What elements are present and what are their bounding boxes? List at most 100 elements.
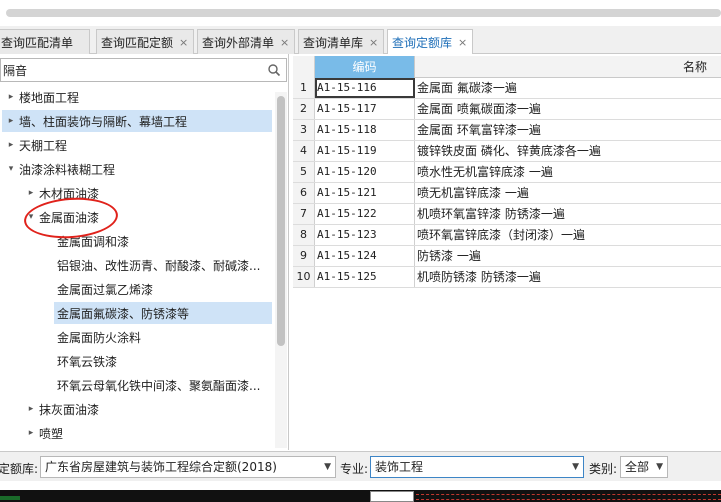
table-row[interactable]: 5 A1-15-120 喷水性无机富锌底漆 一遍 [293,162,721,183]
tab-query-list-library[interactable]: 查询清单库 × [298,29,384,54]
row-number: 6 [293,183,315,203]
code-cell[interactable]: A1-15-122 [315,204,415,224]
tree-vertical-scrollbar[interactable] [275,92,287,448]
row-number: 8 [293,225,315,245]
search-box [0,58,287,82]
code-cell[interactable]: A1-15-116 [315,78,415,98]
tab-query-match-list[interactable]: 查询匹配清单 [0,29,90,54]
table-row[interactable]: 2 A1-15-117 金属面 喷氟碳面漆一遍 [293,99,721,120]
library-select-value: 广东省房屋建筑与装饰工程综合定额(2018) [45,460,277,474]
chevron-down-icon[interactable]: ▼ [572,457,579,477]
table-row[interactable]: 10 A1-15-125 机喷防锈漆 防锈漆一遍 [293,267,721,288]
name-cell[interactable]: 喷无机富锌底漆 一遍 [415,183,721,203]
table-row[interactable]: 9 A1-15-124 防锈漆 一遍 [293,246,721,267]
tab-query-match-quota[interactable]: 查询匹配定额 × [96,29,194,54]
tree-node[interactable]: ▸ 楼地面工程 [6,86,79,108]
spec-select[interactable]: 装饰工程 ▼ [370,456,584,478]
expand-arrow-icon[interactable]: ▸ [26,404,36,414]
tree-node[interactable]: ▸ 喷塑 [26,422,63,444]
tree-node-label: 金属面防火涂料 [57,330,142,345]
name-cell[interactable]: 喷环氧富锌底漆（封闭漆）一遍 [415,225,721,245]
tab-label: 查询清单库 [303,35,364,50]
close-icon[interactable]: × [458,36,467,49]
code-cell[interactable]: A1-15-121 [315,183,415,203]
tree-node-label: 金属面过氯乙烯漆 [57,282,154,297]
column-header-code[interactable]: 编码 [315,56,415,78]
scrollbar-thumb[interactable] [277,96,285,346]
search-icon[interactable] [267,63,281,77]
table-row[interactable]: 1 A1-15-116 金属面 氟碳漆一遍 [293,78,721,99]
left-tree-panel: ▸ 楼地面工程 ▸ 墙、柱面装饰与隔断、幕墙工程 ▸ 天棚工程 ▾ 油漆涂料裱糊… [0,54,289,450]
tree-node[interactable]: 环氧云母氧化铁中间漆、聚氨酯面漆... [54,374,260,396]
name-cell[interactable]: 金属面 环氧富锌漆一遍 [415,120,721,140]
table-row[interactable]: 6 A1-15-121 喷无机富锌底漆 一遍 [293,183,721,204]
tab-query-external-list[interactable]: 查询外部清单 × [197,29,295,54]
table-row[interactable]: 3 A1-15-118 金属面 环氧富锌漆一遍 [293,120,721,141]
expand-arrow-icon[interactable]: ▸ [26,188,36,198]
quota-grid: 编码 名称 1 A1-15-116 金属面 氟碳漆一遍 2 A1-15-117 … [293,54,721,450]
row-number: 1 [293,78,315,98]
collapse-arrow-icon[interactable]: ▾ [6,164,16,174]
tree-node[interactable]: 金属面过氯乙烯漆 [54,278,153,300]
tree-node[interactable]: 金属面氟碳漆、防锈漆等 [54,302,272,324]
tab-label: 查询定额库 [392,36,453,50]
name-cell[interactable]: 金属面 喷氟碳面漆一遍 [415,99,721,119]
name-cell[interactable]: 喷水性无机富锌底漆 一遍 [415,162,721,182]
tab-bar: 查询匹配清单 查询匹配定额 × 查询外部清单 × 查询清单库 × 查询定额库 × [0,26,721,55]
tree-node[interactable]: ▸ 墙、柱面装饰与隔断、幕墙工程 [2,110,272,132]
code-cell[interactable]: A1-15-125 [315,267,415,287]
bottom-strip [0,482,721,502]
tree-node[interactable]: ▸ 天棚工程 [6,134,67,156]
chevron-down-icon[interactable]: ▼ [656,457,663,477]
table-row[interactable]: 8 A1-15-123 喷环氧富锌底漆（封闭漆）一遍 [293,225,721,246]
expand-arrow-icon[interactable]: ▸ [6,116,16,126]
row-number-header [293,56,315,78]
tab-label: 查询匹配定额 [101,35,174,50]
code-cell[interactable]: A1-15-123 [315,225,415,245]
top-horizontal-scrollbar[interactable] [6,9,721,17]
tree-node[interactable]: ▾ 油漆涂料裱糊工程 [6,158,115,180]
name-cell[interactable]: 机喷防锈漆 防锈漆一遍 [415,267,721,287]
spec-select-value: 装饰工程 [375,460,424,474]
tree-node-label: 环氧云母氧化铁中间漆、聚氨酯面漆... [57,378,261,393]
row-number: 7 [293,204,315,224]
category-select[interactable]: 全部 ▼ [620,456,668,478]
chevron-down-icon[interactable]: ▼ [324,457,331,477]
table-row[interactable]: 7 A1-15-122 机喷环氧富锌漆 防锈漆一遍 [293,204,721,225]
code-cell[interactable]: A1-15-124 [315,246,415,266]
code-cell[interactable]: A1-15-118 [315,120,415,140]
expand-arrow-icon[interactable]: ▸ [6,92,16,102]
tree-node-label: 油漆涂料裱糊工程 [19,162,116,177]
code-cell[interactable]: A1-15-117 [315,99,415,119]
code-cell[interactable]: A1-15-119 [315,141,415,161]
spec-label: 专业: [340,462,369,476]
name-cell[interactable]: 机喷环氧富锌漆 防锈漆一遍 [415,204,721,224]
close-icon[interactable]: × [280,36,289,49]
name-cell[interactable]: 金属面 氟碳漆一遍 [415,78,721,98]
tree-node[interactable]: 铝银油、改性沥青、耐酸漆、耐碱漆... [54,254,260,276]
filter-bar: 定额库: 广东省房屋建筑与装饰工程综合定额(2018) ▼ 专业: 装饰工程 ▼… [0,451,721,481]
table-row[interactable]: 4 A1-15-119 镀锌铁皮面 磷化、锌黄底漆各一遍 [293,141,721,162]
annotation-trace [416,494,721,500]
category-label: 类别: [589,462,618,476]
name-cell[interactable]: 防锈漆 一遍 [415,246,721,266]
tree-node[interactable]: 金属面防火涂料 [54,326,141,348]
tab-query-quota-library[interactable]: 查询定额库 × [387,29,473,55]
row-number: 4 [293,141,315,161]
library-select[interactable]: 广东省房屋建筑与装饰工程综合定额(2018) ▼ [40,456,336,478]
name-cell[interactable]: 镀锌铁皮面 磷化、锌黄底漆各一遍 [415,141,721,161]
tree-node-label: 环氧云铁漆 [57,354,118,369]
bottom-horizontal-scrollbar[interactable] [370,491,414,502]
close-icon[interactable]: × [179,36,188,49]
row-number: 2 [293,99,315,119]
expand-arrow-icon[interactable]: ▸ [26,428,36,438]
column-header-name[interactable]: 名称 [415,56,721,78]
tree-node[interactable]: 环氧云铁漆 [54,350,117,372]
expand-arrow-icon[interactable]: ▸ [6,140,16,150]
tree-node[interactable]: ▸ 抹灰面油漆 [26,398,99,420]
search-input[interactable] [1,59,261,81]
status-indicator [0,496,20,500]
row-number: 9 [293,246,315,266]
code-cell[interactable]: A1-15-120 [315,162,415,182]
close-icon[interactable]: × [369,36,378,49]
